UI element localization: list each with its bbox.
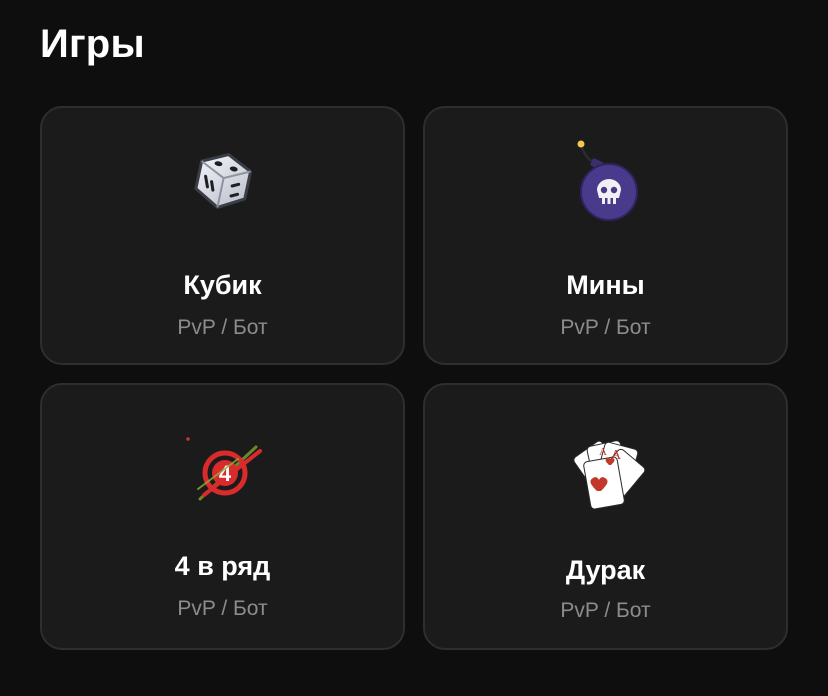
games-grid: Кубик PvP / Бот Мины PvP / Бот 4 4 в ряд… bbox=[40, 106, 788, 650]
game-card-mines[interactable]: Мины PvP / Бот bbox=[423, 106, 788, 365]
game-mode: PvP / Бот bbox=[560, 316, 651, 339]
four-in-a-row-icon: 4 bbox=[178, 429, 268, 519]
page-title: Игры bbox=[40, 22, 145, 66]
game-mode: PvP / Бот bbox=[560, 599, 651, 622]
game-card-durak[interactable]: A A Дурак PvP / Бот bbox=[423, 383, 788, 650]
game-name: Мины bbox=[566, 270, 645, 300]
playing-cards-icon: A A bbox=[561, 429, 651, 519]
game-name: Дурак bbox=[565, 555, 646, 585]
game-card-dice[interactable]: Кубик PvP / Бот bbox=[40, 106, 405, 365]
game-mode: PvP / Бот bbox=[177, 597, 268, 620]
game-card-four-in-a-row[interactable]: 4 4 в ряд PvP / Бот bbox=[40, 383, 405, 650]
game-name: 4 в ряд bbox=[174, 551, 271, 581]
game-mode: PvP / Бот bbox=[177, 316, 268, 339]
svg-text:A: A bbox=[599, 446, 607, 458]
game-name: Кубик bbox=[183, 270, 262, 300]
dice-icon bbox=[178, 136, 268, 226]
bomb-icon bbox=[561, 136, 651, 226]
